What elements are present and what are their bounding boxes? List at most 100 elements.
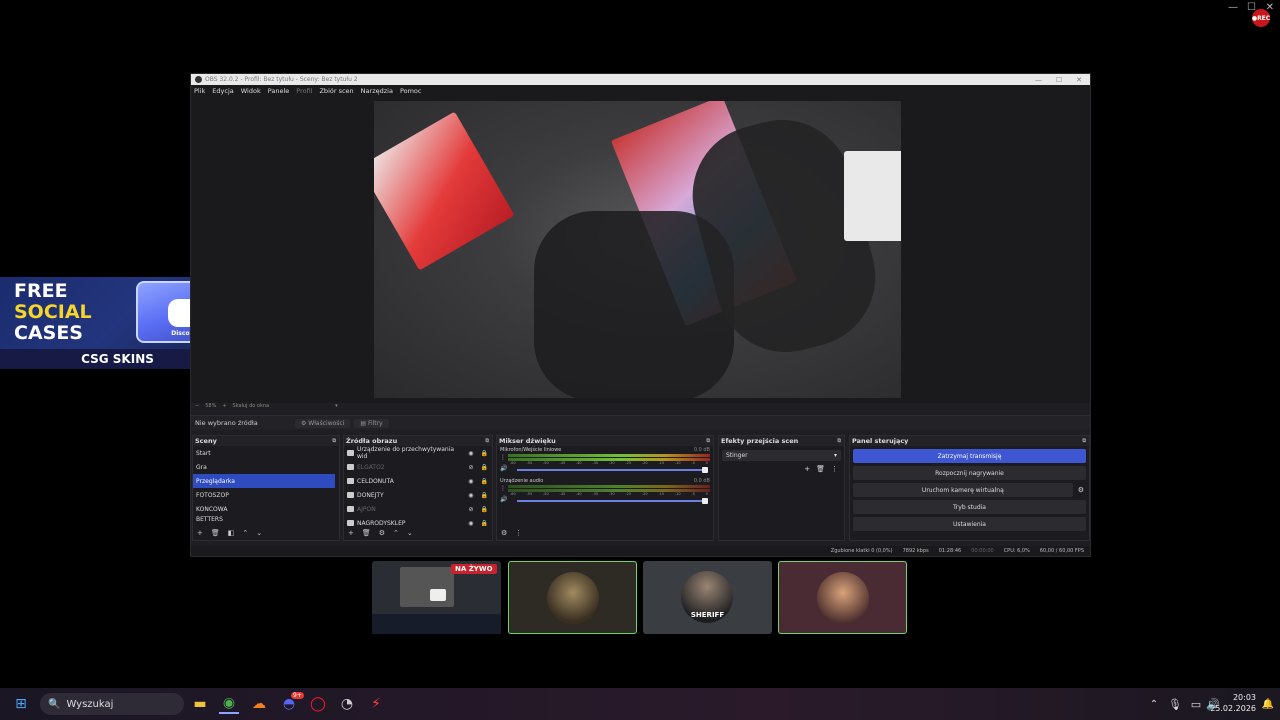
menu-panele[interactable]: Panele [268, 87, 290, 95]
menu-profil[interactable]: Profil [296, 87, 312, 95]
start-recording-button[interactable]: Rozpocznij nagrywanie [853, 466, 1086, 480]
obs-close-icon[interactable]: ✕ [1076, 76, 1082, 84]
opera-icon[interactable]: ◯ [308, 694, 328, 714]
participant-tile[interactable] [778, 561, 907, 634]
dock-pin-icon[interactable]: ⧉ [1082, 438, 1086, 444]
source-item[interactable]: ELGATO2 ⊘ 🔒 [344, 460, 492, 474]
scene-filter-icon[interactable]: ◧ [228, 529, 235, 537]
monitor-icon [430, 589, 446, 601]
file-explorer-icon[interactable]: ▬ [190, 694, 210, 714]
clock[interactable]: 20:03 25.02.2026 [1210, 692, 1256, 714]
microphone-icon[interactable]: 🎙 [1165, 694, 1185, 714]
eye-icon[interactable]: ◉ [468, 450, 473, 457]
add-transition-icon[interactable]: + [804, 465, 810, 473]
tick: -60 [510, 461, 516, 465]
dock-pin-icon[interactable]: ⧉ [837, 438, 841, 444]
dock-pin-icon[interactable]: ⧉ [706, 438, 710, 444]
scale-select[interactable]: Skaluj do okna [233, 403, 270, 409]
lock-icon[interactable]: 🔒 [481, 506, 488, 513]
source-label: ELGATO2 [357, 463, 385, 471]
more-icon[interactable]: ⋮ [500, 485, 506, 492]
screenshare-strip [372, 614, 501, 634]
chrome-icon[interactable]: ◉ [219, 694, 239, 714]
speaker-icon[interactable]: 🔊 [500, 465, 507, 472]
properties-button[interactable]: ⚙ Właściwości [295, 418, 351, 428]
source-item[interactable]: Urządzenie do przechwytywania wid ◉ 🔒 [344, 446, 492, 460]
move-down-icon[interactable]: ⌄ [256, 529, 262, 537]
studio-mode-button[interactable]: Tryb studia [853, 500, 1086, 514]
speaker-icon[interactable]: 🔊 [500, 496, 507, 503]
camera-icon [347, 464, 354, 470]
menu-zbior-scen[interactable]: Zbiór scen [319, 87, 353, 95]
obs-titlebar[interactable]: OBS 32.0.2 - Profil: Bez tytułu - Sceny:… [191, 74, 1090, 85]
settings-button[interactable]: Ustawienia [853, 517, 1086, 531]
cloud-icon[interactable]: ☁ [249, 694, 269, 714]
add-source-icon[interactable]: + [348, 529, 354, 537]
volume-slider[interactable] [517, 467, 708, 473]
minimize-icon[interactable]: — [1228, 2, 1238, 13]
zoom-out-icon[interactable]: − [195, 403, 199, 409]
move-down-icon[interactable]: ⌄ [407, 529, 413, 537]
menu-narzedzia[interactable]: Narzędzia [361, 87, 393, 95]
participant-tile[interactable] [508, 561, 637, 634]
menu-edycja[interactable]: Edycja [212, 87, 233, 95]
trash-icon[interactable]: 🗑 [362, 529, 371, 537]
more-icon[interactable]: ⋮ [500, 454, 506, 461]
eye-icon[interactable]: ◉ [468, 478, 473, 485]
zoom-in-icon[interactable]: + [222, 403, 226, 409]
virtual-camera-button[interactable]: Uruchom kamerę wirtualną [853, 483, 1073, 497]
more-icon[interactable]: ⋮ [831, 465, 838, 473]
volume-meter [508, 485, 710, 488]
source-item[interactable]: DONEJTY ◉ 🔒 [344, 488, 492, 502]
source-item[interactable]: AJPON ⊘ 🔒 [344, 502, 492, 516]
video-preview[interactable] [374, 101, 901, 398]
scene-item-start[interactable]: Start [193, 446, 335, 460]
notification-bell-icon[interactable]: 🔔 [1258, 694, 1278, 714]
move-up-icon[interactable]: ⌃ [393, 529, 399, 537]
obs-maximize-icon[interactable]: ☐ [1056, 76, 1062, 84]
participant-tile[interactable]: SHERIFF [643, 561, 772, 634]
scene-item-fotoszop[interactable]: FOTOSZOP [193, 488, 335, 502]
trash-icon[interactable]: 🗑 [816, 465, 825, 473]
chevron-up-icon[interactable]: ⌃ [1144, 694, 1164, 714]
eye-hidden-icon[interactable]: ⊘ [468, 464, 473, 471]
dock-pin-icon[interactable]: ⧉ [332, 438, 336, 444]
search-box[interactable]: 🔍 Wyszukaj [40, 693, 184, 715]
eye-icon[interactable]: ◉ [468, 492, 473, 499]
gear-icon[interactable]: ⚙ [1078, 486, 1084, 494]
lock-icon[interactable]: 🔒 [481, 464, 488, 471]
bolt-app-icon[interactable]: ⚡ [366, 694, 386, 714]
eye-hidden-icon[interactable]: ⊘ [468, 506, 473, 513]
lock-icon[interactable]: 🔒 [481, 450, 488, 457]
lock-icon[interactable]: 🔒 [481, 492, 488, 499]
menu-widok[interactable]: Widok [241, 87, 261, 95]
tick: -5 [691, 461, 695, 465]
menu-plik[interactable]: Plik [194, 87, 205, 95]
mixer-settings-icon[interactable]: ⚙ [501, 529, 507, 537]
stop-stream-button[interactable]: Zatrzymaj transmisję [853, 449, 1086, 463]
promo-line-1: FREE [14, 280, 68, 302]
transition-select[interactable]: Stinger ▾ [722, 450, 841, 461]
volume-slider[interactable] [517, 498, 708, 504]
preview-area[interactable] [191, 97, 1090, 403]
move-up-icon[interactable]: ⌃ [242, 529, 248, 537]
volume-meter [508, 454, 710, 457]
scene-item-betters[interactable]: BETTERS [193, 516, 335, 522]
obs-minimize-icon[interactable]: — [1035, 76, 1042, 84]
chevron-down-icon[interactable]: ▾ [335, 403, 338, 409]
scene-item-gra[interactable]: Gra [193, 460, 335, 474]
source-item[interactable]: CELDONUTA ◉ 🔒 [344, 474, 492, 488]
windows-start-icon[interactable]: ⊞ [11, 694, 31, 714]
gear-icon[interactable]: ⚙ [379, 529, 385, 537]
lock-icon[interactable]: 🔒 [481, 478, 488, 485]
scene-item-przegladarka[interactable]: Przeglądarka [193, 474, 335, 488]
obs-taskbar-icon[interactable]: ◔ [337, 694, 357, 714]
filters-button[interactable]: ▤ Filtry [354, 418, 389, 428]
trash-icon[interactable]: 🗑 [211, 529, 220, 537]
scene-item-koncowa[interactable]: KONCOWA [193, 502, 335, 516]
more-icon[interactable]: ⋮ [515, 529, 522, 537]
add-scene-icon[interactable]: + [197, 529, 203, 537]
menu-pomoc[interactable]: Pomoc [400, 87, 422, 95]
dock-pin-icon[interactable]: ⧉ [485, 438, 489, 444]
discord-badge: 9+ [291, 692, 304, 699]
